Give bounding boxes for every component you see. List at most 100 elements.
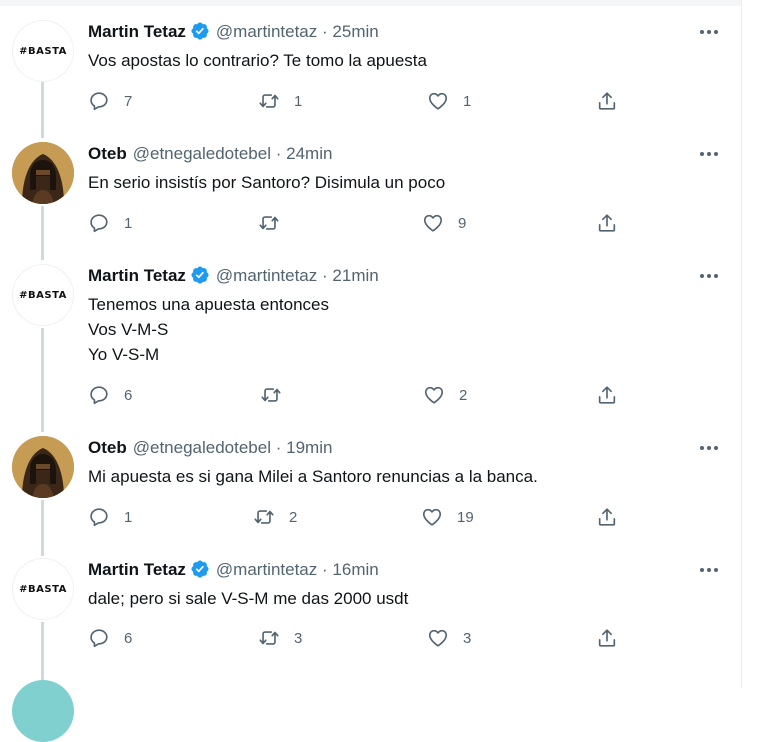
retweet-button[interactable] [258,211,294,235]
verified-badge-icon [191,22,209,40]
retweet-count: 2 [289,508,298,526]
column-border [741,0,742,688]
like-button[interactable]: 19 [421,505,474,529]
share-icon [598,92,616,110]
author-name[interactable]: Oteb [88,438,127,457]
reply-icon [90,214,108,233]
tweet-text-line: Vos apostas lo contrario? Te tomo la apu… [88,51,427,70]
reply-button[interactable]: 7 [88,89,132,113]
next-tweet-avatar[interactable] [12,680,74,742]
heart-icon [428,629,448,647]
like-count: 3 [463,629,472,647]
avatar[interactable]: #BASTA [12,558,74,620]
retweet-count: 3 [294,629,303,647]
verified-badge-icon [191,266,209,284]
timestamp[interactable]: 25min [332,22,378,41]
tweet-actions: 6 2 [0,383,741,407]
more-options-icon[interactable] [696,142,722,166]
tweet-actions: 7 1 1 [0,89,741,113]
retweet-count: 1 [294,92,303,110]
reply-button[interactable]: 1 [88,211,132,235]
thread-connector [41,328,44,432]
author-handle[interactable]: @martintetaz [216,560,317,579]
share-button[interactable] [596,505,618,529]
reply-count: 6 [124,386,133,404]
tweet-header: Martin Tetaz @martintetaz · 21min [88,264,379,288]
retweet-button[interactable]: 2 [253,505,297,529]
reply-count: 1 [124,508,133,526]
like-button[interactable]: 1 [427,89,471,113]
timestamp[interactable]: 21min [332,266,378,285]
timestamp[interactable]: 16min [332,560,378,579]
reply-button[interactable]: 6 [88,383,132,407]
spartan-helmet-avatar-image [12,436,74,498]
avatar[interactable]: #BASTA [12,20,74,82]
separator: · [275,144,282,163]
like-button[interactable]: 2 [423,383,467,407]
author-name[interactable]: Martin Tetaz [88,22,186,41]
tweet-text-line: Tenemos una apuesta entonces [88,295,330,314]
tweet-text-line: Yo V-S-M [88,345,160,364]
retweet-icon [261,388,281,402]
avatar-logo-text: #BASTA [19,583,67,595]
author-handle[interactable]: @martintetaz [216,22,317,41]
tweet-text-line: En serio insistís por Santoro? Disimula … [88,173,446,192]
tweet-header: Martin Tetaz @martintetaz · 16min [88,558,379,582]
tweet-text: En serio insistís por Santoro? Disimula … [88,170,445,195]
reply-count: 1 [124,214,133,232]
like-button[interactable]: 3 [427,626,471,650]
tweet-actions: 6 3 3 [0,626,741,650]
more-options-icon[interactable] [696,20,722,44]
timestamp[interactable]: 24min [286,144,332,163]
reply-button[interactable]: 1 [88,505,132,529]
tweet-text: dale; pero si sale V-S-M me das 2000 usd… [88,586,408,611]
more-options-icon[interactable] [696,264,722,288]
retweet-button[interactable] [260,383,296,407]
separator: · [275,438,282,457]
like-button[interactable]: 9 [422,211,466,235]
tweet-text-line: Vos V-M-S [88,320,169,339]
spartan-helmet-avatar-image [12,142,74,204]
more-options-icon[interactable] [696,436,722,460]
share-button[interactable] [596,383,618,407]
reply-count: 6 [124,629,133,647]
author-handle[interactable]: @etnegaledotebel [133,438,271,457]
like-count: 2 [459,386,468,404]
avatar[interactable]: #BASTA [12,264,74,326]
like-count: 19 [457,508,474,526]
retweet-button[interactable]: 1 [258,89,302,113]
heart-icon [422,508,442,526]
author-handle[interactable]: @etnegaledotebel [133,144,271,163]
top-divider [0,0,741,6]
separator: · [322,266,328,285]
tweet-header: Oteb @etnegaledotebel · 24min [88,142,332,166]
share-button[interactable] [596,626,618,650]
author-name[interactable]: Oteb [88,144,127,163]
heart-icon [423,214,443,232]
share-button[interactable] [596,89,618,113]
separator: · [322,22,328,41]
share-icon [598,629,616,647]
author-name[interactable]: Martin Tetaz [88,560,186,579]
retweet-icon [254,510,274,524]
author-name[interactable]: Martin Tetaz [88,266,186,285]
tweet-header: Oteb @etnegaledotebel · 19min [88,436,332,460]
share-icon [598,214,616,232]
author-handle[interactable]: @martintetaz [216,266,317,285]
like-count: 1 [463,92,472,110]
timestamp[interactable]: 19min [286,438,332,457]
tweet-actions: 1 9 [0,211,741,235]
share-icon [598,508,616,526]
retweet-icon [259,94,279,108]
reply-icon [90,386,108,405]
reply-button[interactable]: 6 [88,626,132,650]
avatar[interactable] [12,142,74,204]
tweet-header: Martin Tetaz @martintetaz · 25min [88,20,379,44]
share-icon [598,386,616,404]
share-button[interactable] [596,211,618,235]
more-options-icon[interactable] [696,558,722,582]
avatar[interactable] [12,436,74,498]
avatar-logo-text: #BASTA [19,289,67,301]
retweet-icon [259,631,279,645]
retweet-button[interactable]: 3 [258,626,302,650]
